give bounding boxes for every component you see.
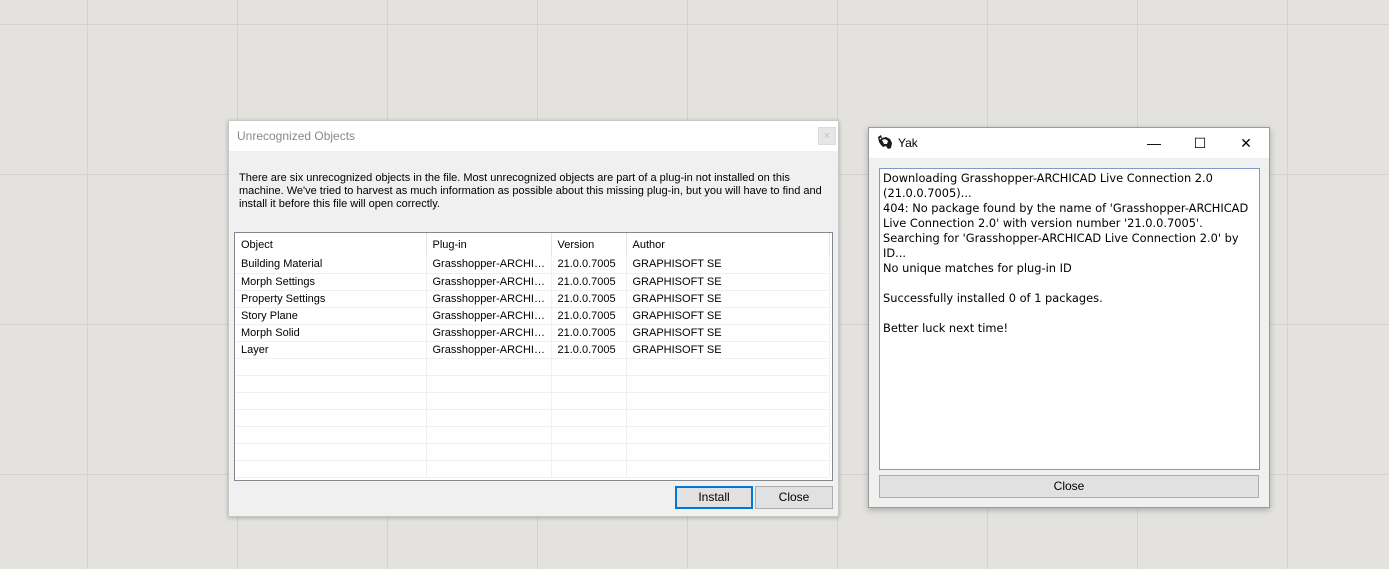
table-cell: Grasshopper-ARCHICAD Live Connection 2.0 [426, 324, 552, 342]
table-cell [551, 358, 627, 376]
table-cell: Layer [235, 341, 427, 359]
table-cell [426, 409, 552, 427]
output-line: No unique matches for plug-in ID [883, 261, 1072, 275]
close-button[interactable]: Close [755, 486, 833, 509]
close-icon[interactable]: × [818, 127, 836, 145]
table-cell [235, 460, 427, 478]
table-cell [626, 392, 830, 410]
table-cell: Morph Solid [235, 324, 427, 342]
table-cell [235, 426, 427, 444]
table-cell [626, 460, 830, 478]
column-header[interactable]: Author [626, 233, 830, 256]
table-row[interactable]: Morph SettingsGrasshopper-ARCHICAD Live … [235, 273, 830, 291]
output-line: Better luck next time! [883, 321, 1009, 335]
close-window-icon[interactable]: ✕ [1223, 128, 1269, 158]
table-row[interactable]: LayerGrasshopper-ARCHICAD Live Connectio… [235, 341, 830, 359]
table-cell [235, 409, 427, 427]
table-cell: GRAPHISOFT SE [626, 290, 830, 308]
table-cell: Grasshopper-ARCHICAD Live Connection 2.0 [426, 256, 552, 274]
table-cell [426, 460, 552, 478]
dialog-title: Unrecognized Objects [237, 129, 356, 143]
table-row[interactable]: Property SettingsGrasshopper-ARCHICAD Li… [235, 290, 830, 308]
table-cell [551, 375, 627, 393]
empty-row [235, 375, 830, 393]
table-cell: Building Material [235, 256, 427, 274]
column-header[interactable]: Plug-in [426, 233, 552, 256]
table-cell [235, 358, 427, 376]
column-header[interactable]: Object [235, 233, 427, 256]
table-cell [426, 392, 552, 410]
maximize-icon[interactable]: ☐ [1177, 128, 1223, 158]
table-cell: 21.0.0.7005 [551, 290, 627, 308]
yak-logo-icon [877, 134, 893, 150]
table-cell [626, 426, 830, 444]
minimize-icon[interactable]: — [1131, 128, 1177, 158]
yak-window: Yak — ☐ ✕ Downloading Grasshopper-ARCHIC… [868, 127, 1270, 508]
dialog-description: There are six unrecognized objects in th… [239, 172, 822, 210]
empty-row [235, 392, 830, 410]
objects-list[interactable]: Object Plug-in Version Author Building Mate… [234, 232, 833, 481]
table-cell: Grasshopper-ARCHICAD Live Connection 2.0 [426, 341, 552, 359]
table-cell: Grasshopper-ARCHICAD Live Connection 2.0 [426, 307, 552, 325]
table-row[interactable]: Building MaterialGrasshopper-ARCHICAD Li… [235, 256, 830, 274]
output-line: 404: No package found by the name of 'Gr… [883, 201, 1249, 230]
table-cell: 21.0.0.7005 [551, 273, 627, 291]
table-cell: Morph Settings [235, 273, 427, 291]
table-cell: 21.0.0.7005 [551, 307, 627, 325]
yak-close-button[interactable]: Close [879, 475, 1259, 498]
table-cell [626, 443, 830, 461]
output-line: Downloading Grasshopper-ARCHICAD Live Co… [883, 171, 1213, 200]
table-cell [235, 392, 427, 410]
table-cell [626, 409, 830, 427]
table-cell: GRAPHISOFT SE [626, 256, 830, 274]
table-cell [426, 358, 552, 376]
table-cell [426, 375, 552, 393]
unrecognized-objects-dialog: Unrecognized Objects × There are six unr… [228, 120, 839, 517]
table-cell: 21.0.0.7005 [551, 256, 627, 274]
table-cell: GRAPHISOFT SE [626, 307, 830, 325]
table-cell [235, 375, 427, 393]
table-row[interactable]: Morph SolidGrasshopper-ARCHICAD Live Con… [235, 324, 830, 342]
table-cell [551, 392, 627, 410]
table-cell: Grasshopper-ARCHICAD Live Connection 2.0 [426, 273, 552, 291]
table-cell: Property Settings [235, 290, 427, 308]
table-cell: 21.0.0.7005 [551, 324, 627, 342]
empty-row [235, 460, 830, 478]
table-cell [551, 443, 627, 461]
table-cell: Grasshopper-ARCHICAD Live Connection 2.0 [426, 290, 552, 308]
list-header: Object Plug-in Version Author [235, 233, 830, 256]
empty-row [235, 426, 830, 444]
table-cell: GRAPHISOFT SE [626, 273, 830, 291]
yak-title: Yak [898, 136, 918, 150]
table-cell [235, 443, 427, 461]
table-cell [626, 358, 830, 376]
table-cell [426, 426, 552, 444]
table-cell: GRAPHISOFT SE [626, 341, 830, 359]
table-cell [551, 426, 627, 444]
table-row[interactable]: Story PlaneGrasshopper-ARCHICAD Live Con… [235, 307, 830, 325]
install-button[interactable]: Install [675, 486, 753, 509]
yak-title-bar[interactable]: Yak — ☐ ✕ [869, 128, 1269, 158]
column-header[interactable]: Version [551, 233, 627, 256]
empty-row [235, 443, 830, 461]
output-log[interactable]: Downloading Grasshopper-ARCHICAD Live Co… [879, 168, 1260, 470]
output-line: Successfully installed 0 of 1 packages. [883, 291, 1103, 305]
table-cell [626, 375, 830, 393]
empty-row [235, 409, 830, 427]
table-cell: Story Plane [235, 307, 427, 325]
empty-row [235, 358, 830, 376]
output-line: Searching for 'Grasshopper-ARCHICAD Live… [883, 231, 1239, 260]
dialog-title-bar[interactable]: Unrecognized Objects × [229, 121, 838, 151]
table-cell [551, 460, 627, 478]
table-cell: GRAPHISOFT SE [626, 324, 830, 342]
table-cell [426, 443, 552, 461]
table-cell: 21.0.0.7005 [551, 341, 627, 359]
table-cell [551, 409, 627, 427]
